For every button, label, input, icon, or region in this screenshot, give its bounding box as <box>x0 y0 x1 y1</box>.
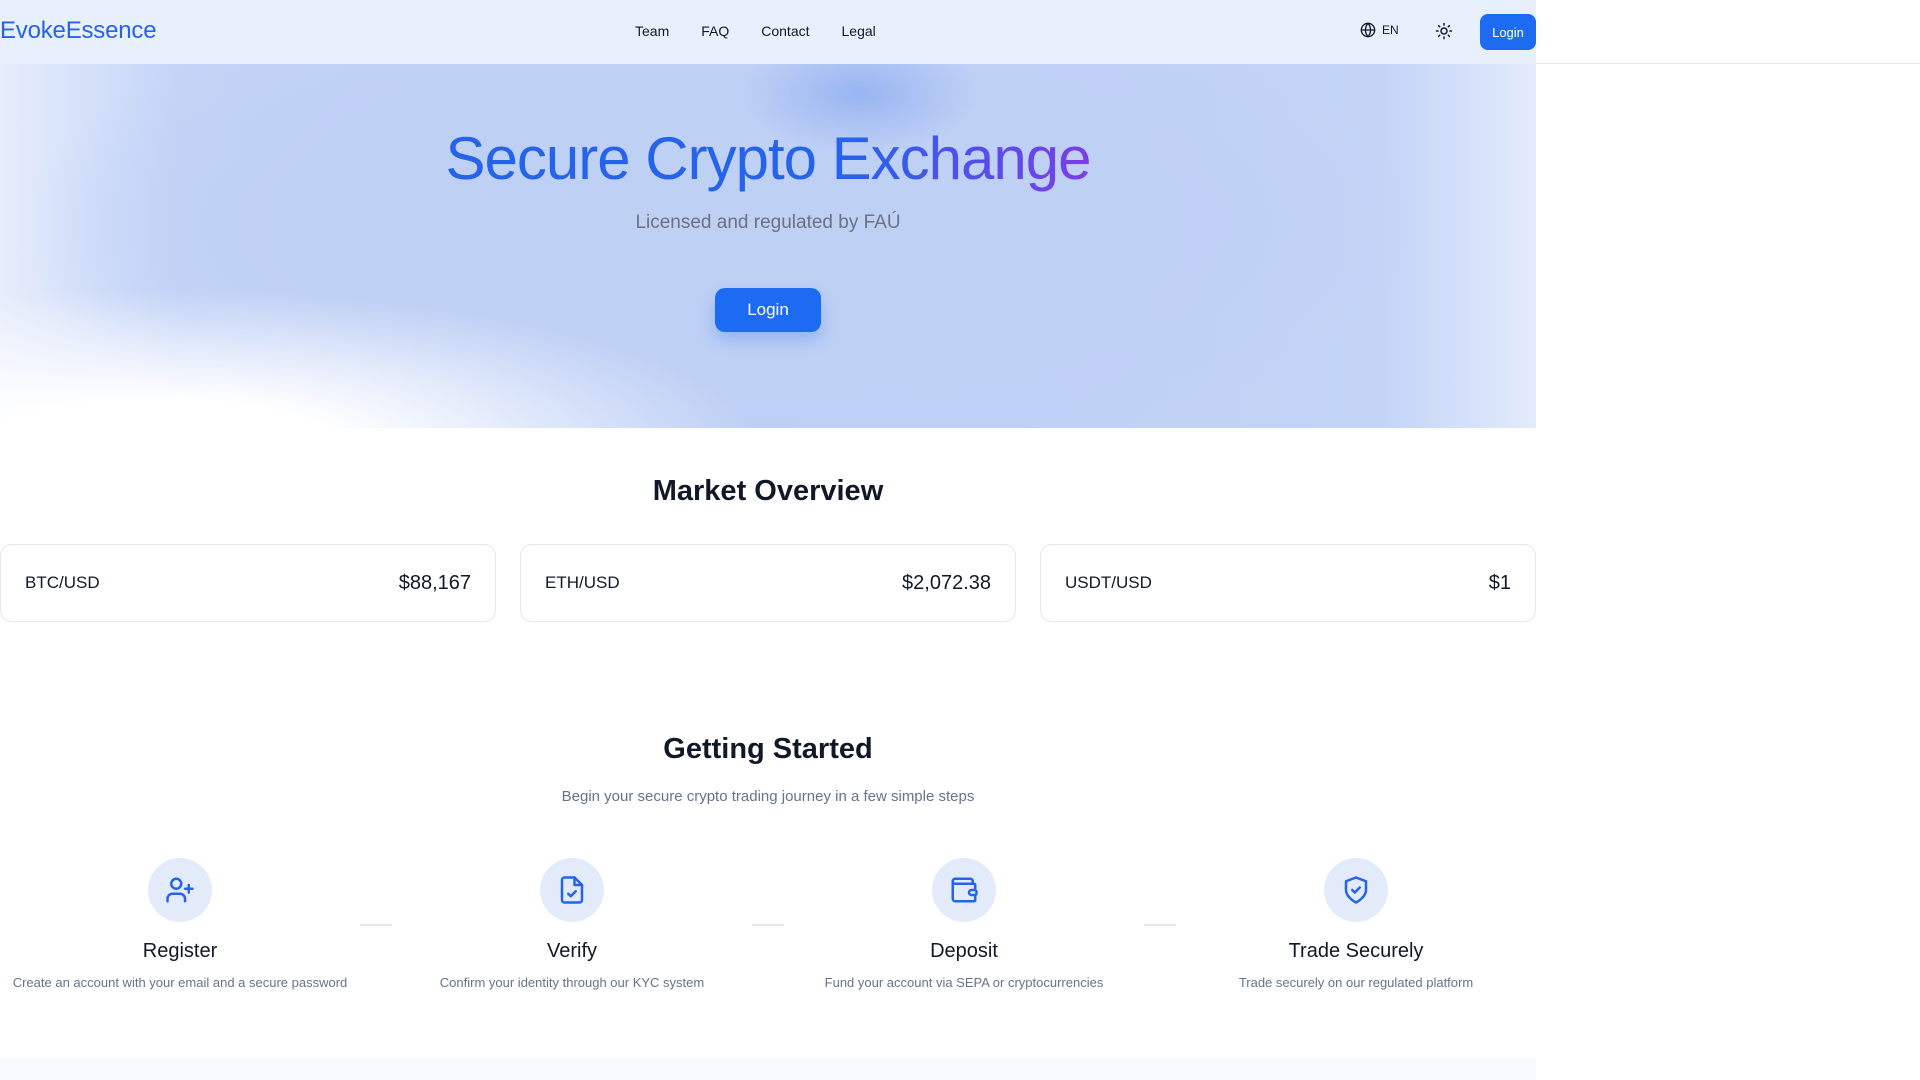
getting-started-title: Getting Started <box>663 733 873 765</box>
hero-title: Secure Crypto Exchange <box>0 124 1536 193</box>
market-cards: BTC/USD $88,167 ETH/USD $2,072.38 USDT/U… <box>0 544 1536 622</box>
wallet-icon <box>951 877 978 903</box>
step-deposit: Deposit Fund your account via SEPA or cr… <box>784 858 1144 990</box>
nav-item-faq[interactable]: FAQ <box>701 23 729 39</box>
step-title: Register <box>142 940 218 962</box>
step-icon-circle <box>148 858 212 922</box>
step-description: Confirm your identity through our KYC sy… <box>439 975 705 990</box>
hero-login-button[interactable]: Login <box>715 288 821 332</box>
market-card-usdt[interactable]: USDT/USD $1 <box>1040 544 1536 622</box>
step-verify: Verify Confirm your identity through our… <box>392 858 752 990</box>
market-price: $2,072.38 <box>902 571 991 594</box>
nav-item-legal[interactable]: Legal <box>842 23 876 39</box>
file-check-icon <box>560 876 584 904</box>
nav-item-team[interactable]: Team <box>635 23 669 39</box>
sun-icon <box>1435 22 1453 40</box>
step-connector <box>1144 924 1176 926</box>
step-connector <box>360 924 392 926</box>
site-header: EvokeEssence Team FAQ Contact Legal EN L… <box>0 0 1920 64</box>
brand-logo[interactable]: EvokeEssence <box>0 17 157 45</box>
step-title: Verify <box>546 940 598 962</box>
market-pair: USDT/USD <box>1065 573 1152 592</box>
step-icon-circle <box>932 858 996 922</box>
getting-started-subtitle: Begin your secure crypto trading journey… <box>561 788 975 805</box>
steps-list: Register Create an account with your ema… <box>0 858 1536 998</box>
market-pair: BTC/USD <box>25 573 100 592</box>
header-bar: EvokeEssence Team FAQ Contact Legal EN L… <box>0 0 1536 64</box>
market-price: $88,167 <box>398 571 471 594</box>
nav-item-contact[interactable]: Contact <box>761 23 809 39</box>
market-price: $1 <box>1488 571 1511 594</box>
language-code: EN <box>1382 23 1399 37</box>
market-card-btc[interactable]: BTC/USD $88,167 <box>0 544 496 622</box>
step-trade-securely: Trade Securely Trade securely on our reg… <box>1176 858 1536 990</box>
theme-toggle-button[interactable] <box>1435 22 1455 42</box>
step-description: Trade securely on our regulated platform <box>1238 975 1474 990</box>
step-description: Fund your account via SEPA or cryptocurr… <box>824 975 1104 990</box>
step-description: Create an account with your email and a … <box>12 975 348 990</box>
market-card-eth[interactable]: ETH/USD $2,072.38 <box>520 544 1016 622</box>
market-pair: ETH/USD <box>545 573 620 592</box>
hero-fade-decoration <box>0 248 900 428</box>
step-connector <box>752 924 784 926</box>
globe-icon <box>1360 22 1376 38</box>
header-login-button[interactable]: Login <box>1480 14 1536 50</box>
step-title: Trade Securely <box>1288 940 1424 962</box>
hero-section: Secure Crypto Exchange Licensed and regu… <box>0 64 1536 428</box>
user-plus-icon <box>166 877 194 903</box>
next-section-band <box>0 1058 1536 1080</box>
market-overview-title: Market Overview <box>652 475 884 507</box>
main-nav: Team FAQ Contact Legal <box>635 23 908 39</box>
step-title: Deposit <box>930 940 998 962</box>
step-icon-circle <box>1324 858 1388 922</box>
step-register: Register Create an account with your ema… <box>0 858 360 990</box>
shield-check-icon <box>1344 876 1368 904</box>
hero-subtitle: Licensed and regulated by FAÚ <box>635 212 901 233</box>
language-selector[interactable]: EN <box>1360 22 1399 38</box>
step-icon-circle <box>540 858 604 922</box>
